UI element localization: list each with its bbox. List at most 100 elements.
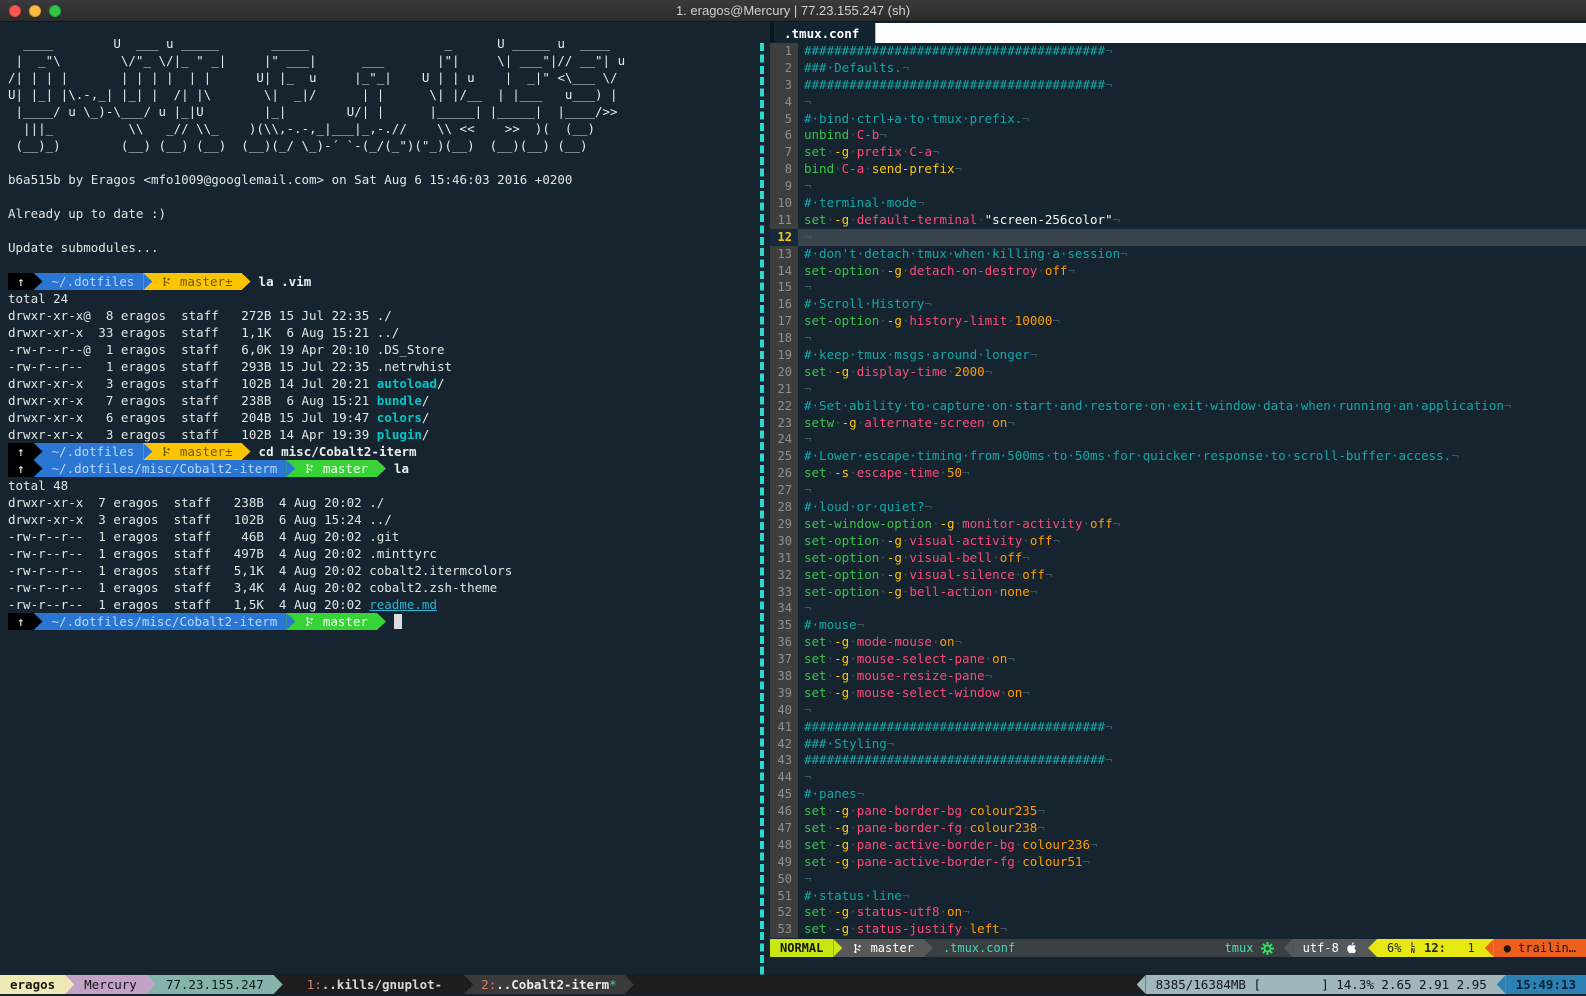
terminal-text: drwxr-xr-x 3 eragos staff 102B 6 Aug 15:… bbox=[8, 511, 392, 528]
vim-code-text: #·bind·ctrl+a·to·tmux·prefix.¬ bbox=[798, 111, 1586, 128]
line-number: 29 bbox=[770, 516, 798, 533]
terminal-text: drwxr-xr-x 7 eragos staff 238B 6 Aug 15:… bbox=[8, 392, 377, 409]
vim-pane[interactable]: .tmux.conf 1############################… bbox=[770, 23, 1586, 975]
segment-text: Mercury bbox=[84, 977, 137, 992]
vim-line: 19#·keep·tmux·msgs·around·longer¬ bbox=[770, 347, 1586, 364]
terminal-row: drwxr-xr-x@ 8 eragos staff 272B 15 Jul 2… bbox=[8, 307, 757, 324]
terminal-row: drwxr-xr-x 3 eragos staff 102B 14 Apr 19… bbox=[8, 426, 757, 443]
vim-code-text: set·-g·default-terminal·"screen-256color… bbox=[798, 212, 1586, 229]
vim-line: 11set·-g·default-terminal·"screen-256col… bbox=[770, 212, 1586, 229]
vim-code-text: ¬ bbox=[798, 330, 1586, 347]
segment-text: master bbox=[863, 941, 914, 955]
tab-tmux-conf[interactable]: .tmux.conf bbox=[774, 23, 875, 43]
vim-line: 17set-option·-g·history-limit·10000¬ bbox=[770, 313, 1586, 330]
line-number: 45 bbox=[770, 786, 798, 803]
git-branch-icon bbox=[304, 615, 315, 628]
vim-line: 6unbind·C-b¬ bbox=[770, 127, 1586, 144]
vim-line: 12¬ bbox=[770, 229, 1586, 246]
segment-text: eragos bbox=[10, 977, 55, 992]
terminal-row bbox=[8, 154, 757, 171]
vim-code-text: set·-g·pane-border-fg·colour238¬ bbox=[798, 820, 1586, 837]
vim-line: 5#·bind·ctrl+a·to·tmux·prefix.¬ bbox=[770, 111, 1586, 128]
ascii-art-line: |||_ \\ _// \\_ )(\\,-.-,_|___|_,-.// \\… bbox=[8, 120, 757, 137]
vim-code-text: ¬ bbox=[798, 769, 1586, 786]
shell-prompt-row: ↑~/.dotfiles master±cd misc/Cobalt2-iter… bbox=[8, 443, 757, 460]
vim-code-text: set-option·-g·bell-action·none¬ bbox=[798, 584, 1586, 601]
terminal-text: drwxr-xr-x 7 eragos staff 238B 4 Aug 20:… bbox=[8, 494, 384, 511]
vim-line: 26set·-s·escape-time·50¬ bbox=[770, 465, 1586, 482]
vim-code-text: set·-g·pane-border-bg·colour235¬ bbox=[798, 803, 1586, 820]
vim-code-text: ¬ bbox=[798, 702, 1586, 719]
directory-name: bundle bbox=[377, 392, 422, 409]
terminal-row: Already up to date :) bbox=[8, 205, 757, 222]
vim-line: 3#######################################… bbox=[770, 77, 1586, 94]
terminal-text: drwxr-xr-x 33 eragos staff 1,1K 6 Aug 15… bbox=[8, 324, 399, 341]
terminal-row: -rw-r--r-- 1 eragos staff 293B 15 Jul 22… bbox=[8, 358, 757, 375]
powerline-arrow bbox=[286, 460, 295, 477]
powerline-arrow bbox=[34, 443, 43, 460]
tmux-window-2[interactable]: 2:..Cobalt2-iterm* bbox=[473, 975, 624, 994]
segment-text: ..kills/gnuplot- bbox=[322, 977, 442, 992]
vim-line: 32set-option·-g·visual-silence·off¬ bbox=[770, 567, 1586, 584]
terminal-text: / bbox=[437, 375, 445, 392]
vim-code-text: #·status·line¬ bbox=[798, 888, 1586, 905]
vim-statusline: NORMAL master.tmux.conftmux utf-8 6% LN … bbox=[770, 939, 1586, 957]
vim-code-text: ########################################… bbox=[798, 77, 1586, 94]
powerline-segment: master bbox=[295, 613, 377, 630]
vim-code-text: set·-s·escape-time·50¬ bbox=[798, 465, 1586, 482]
tmux-window-1[interactable]: 1:..kills/gnuplot- bbox=[299, 975, 450, 994]
powerline-segment: utf-8 bbox=[1293, 939, 1368, 957]
terminal-text: Already up to date :) bbox=[8, 205, 166, 222]
terminal-text: -rw-r--r-- 1 eragos staff 293B 15 Jul 22… bbox=[8, 358, 452, 375]
git-branch-icon bbox=[161, 445, 172, 458]
vim-line: 39set·-g·mouse-select-window·on¬ bbox=[770, 685, 1586, 702]
line-number: 1 bbox=[770, 43, 798, 60]
vim-code-text: ###·Styling¬ bbox=[798, 736, 1586, 753]
segment-text: master bbox=[315, 460, 368, 477]
pane-separator[interactable] bbox=[757, 23, 770, 975]
powerline-arrow bbox=[34, 460, 43, 477]
powerline-segment: 8385/16384MB [ ] 14.3% 2.65 2.91 2.95 bbox=[1146, 975, 1497, 994]
line-number: 44 bbox=[770, 769, 798, 786]
vim-code-text: set-option·-g·history-limit·10000¬ bbox=[798, 313, 1586, 330]
vim-line: 41######################################… bbox=[770, 719, 1586, 736]
terminal-cursor[interactable] bbox=[394, 614, 402, 629]
powerline-segment: eragos bbox=[0, 975, 65, 994]
shell-command: la .vim bbox=[251, 273, 312, 290]
terminal-text: -rw-r--r--@ 1 eragos staff 6,0K 19 Apr 2… bbox=[8, 341, 445, 358]
shell-pane[interactable]: ____ U ___ u _____ _____ _ U _____ u ___… bbox=[0, 23, 757, 975]
ascii-art-text: U| |_| |\.-,_| |_| | /| |\ \| _|/ | | \|… bbox=[8, 86, 625, 103]
segment-text: ~/.dotfiles bbox=[52, 443, 135, 460]
line-number: 18 bbox=[770, 330, 798, 347]
vim-code-text: set·-g·pane-active-border-fg·colour51¬ bbox=[798, 854, 1586, 871]
segment-text: 1 bbox=[1446, 941, 1475, 955]
vim-code-text: set·-g·mouse-select-pane·on¬ bbox=[798, 651, 1586, 668]
vim-line: 4¬ bbox=[770, 94, 1586, 111]
segment-text: utf-8 bbox=[1303, 941, 1346, 955]
segment-text: master bbox=[315, 613, 368, 630]
vim-line: 15¬ bbox=[770, 279, 1586, 296]
vim-code-text: ¬ bbox=[798, 381, 1586, 398]
line-number: 7 bbox=[770, 144, 798, 161]
terminal-text: / bbox=[422, 392, 430, 409]
segment-text: master± bbox=[172, 443, 232, 460]
line-number: 12 bbox=[770, 229, 798, 246]
tmux-window-spacer bbox=[450, 975, 464, 994]
powerline-segment: .tmux.conf bbox=[933, 939, 1025, 957]
line-number: 33 bbox=[770, 584, 798, 601]
powerline-segment: NORMAL bbox=[770, 939, 833, 957]
powerline-arrow bbox=[1497, 975, 1506, 994]
terminal-text: Update submodules... bbox=[8, 239, 159, 256]
line-number-icon: LN bbox=[1411, 942, 1415, 954]
file-link[interactable]: readme.md bbox=[369, 596, 437, 613]
terminal-text: -rw-r--r-- 1 eragos staff 1,5K 4 Aug 20:… bbox=[8, 596, 369, 613]
segment-text: ● trailin… bbox=[1504, 941, 1576, 955]
vim-code-text: ¬ bbox=[798, 431, 1586, 448]
powerline-segment: ~/.dotfiles bbox=[43, 443, 144, 460]
powerline-arrow bbox=[34, 613, 43, 630]
segment-text: ..Cobalt2-iterm bbox=[496, 977, 609, 992]
vim-buffer[interactable]: 1#######################################… bbox=[770, 43, 1586, 939]
terminal-text: drwxr-xr-x 6 eragos staff 204B 15 Jul 19… bbox=[8, 409, 377, 426]
shell-command: cd misc/Cobalt2-iterm bbox=[251, 443, 417, 460]
vim-line: 46set·-g·pane-border-bg·colour235¬ bbox=[770, 803, 1586, 820]
